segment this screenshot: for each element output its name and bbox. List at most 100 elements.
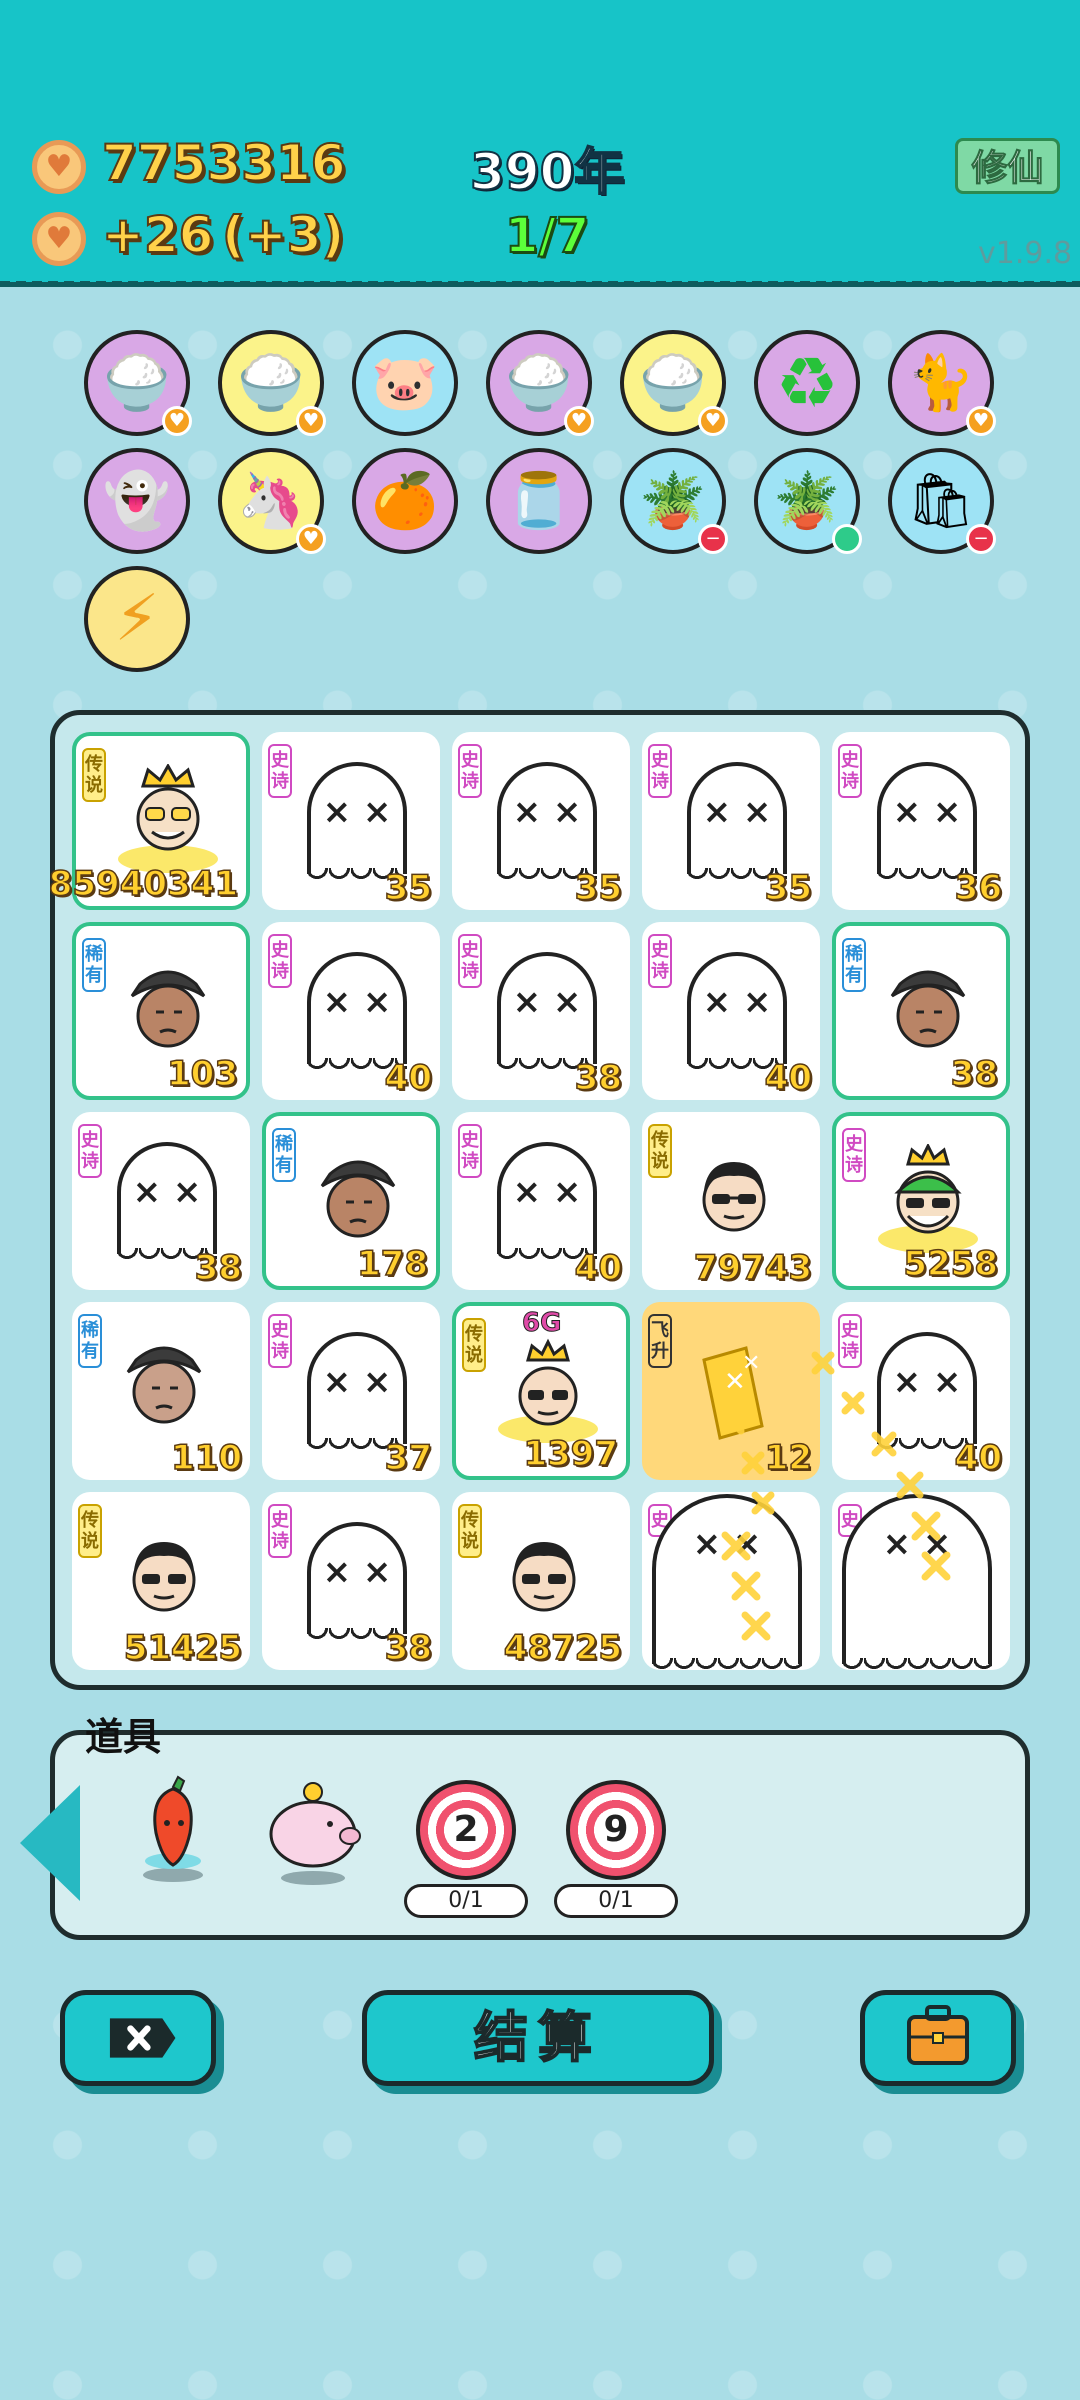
sunglasses-king-icon — [498, 1338, 598, 1443]
chili-pepper-icon[interactable] — [128, 1775, 218, 1885]
board-cell[interactable]: 稀有 178 — [262, 1112, 440, 1290]
board-cell[interactable]: 史诗 35 — [642, 732, 820, 910]
ghost-icon — [687, 762, 787, 882]
cell-value: 35 — [764, 867, 813, 909]
rice-bowl-icon[interactable]: 🍚 ♥ — [218, 330, 326, 436]
board-cell[interactable]: 史诗 38 — [452, 922, 630, 1100]
cell-value: 110 — [170, 1437, 242, 1479]
board-cell[interactable]: 传说 48725 — [452, 1492, 630, 1670]
unicorn-icon[interactable]: 🦄 ♥ — [218, 448, 326, 554]
rice-bowl-icon[interactable]: 🍚 ♥ — [486, 330, 594, 436]
sunglasses-man-icon — [132, 1542, 196, 1612]
ghost-icon — [842, 1494, 992, 1672]
old-king-icon — [118, 764, 218, 873]
milk-jar-icon[interactable]: 🫙 — [486, 448, 592, 554]
board-cell[interactable]: 稀有 110 — [72, 1302, 250, 1480]
rarity-tag: 史诗 — [648, 744, 672, 798]
svg-text:✕: ✕ — [742, 1351, 760, 1376]
ghost-icon — [307, 1522, 407, 1642]
ghost-icon — [687, 952, 787, 1072]
board-cell[interactable]: 史诗 37 — [262, 1302, 440, 1480]
board-cell[interactable]: 史诗 35 — [452, 732, 630, 910]
ghost-icon — [877, 762, 977, 882]
rarity-tag: 史诗 — [268, 1504, 292, 1558]
sunglasses-man-icon — [512, 1542, 576, 1612]
cell-value: 51425 — [123, 1627, 243, 1669]
piggy-bank-icon[interactable] — [258, 1778, 368, 1888]
rarity-tag: 史诗 — [838, 1314, 862, 1368]
board-cell[interactable]: 史诗 36 — [832, 732, 1010, 910]
cell-value: 178 — [356, 1243, 428, 1285]
cultivate-button[interactable]: 修仙 — [955, 138, 1060, 194]
board-cell[interactable]: 传说 6G 1397 — [452, 1302, 630, 1480]
ghost-icon — [497, 762, 597, 882]
garbage-bag-icon[interactable]: 🛍 − — [888, 448, 996, 554]
lightning-icon[interactable]: ⚡ — [84, 566, 190, 672]
ghost-icon — [652, 1494, 802, 1672]
bucket-hat-man-icon — [126, 1346, 202, 1424]
cell-value: 40 — [954, 1437, 1003, 1479]
orange-eyepatch-icon[interactable]: 🍊 — [352, 448, 458, 554]
cell-value: 12 — [764, 1437, 813, 1479]
version-label: v1.9.8 — [978, 236, 1073, 271]
board-cell[interactable]: 稀有 103 — [72, 922, 250, 1100]
target-icon[interactable]: 9 — [566, 1780, 666, 1880]
board-cell[interactable]: 史诗 40 — [832, 1302, 1010, 1480]
board-cell[interactable]: 史诗 40 — [262, 922, 440, 1100]
board-cell[interactable]: 史诗 35 — [262, 732, 440, 910]
rice-bowl-icon[interactable]: 🍚 ♥ — [620, 330, 728, 436]
cell-value: 1397 — [523, 1433, 619, 1475]
board-cell[interactable]: 史诗 40 — [452, 1112, 630, 1290]
ghost-card-icon[interactable]: 👻 — [84, 448, 190, 554]
rarity-tag: 传说 — [648, 1124, 672, 1178]
cell-value: 40 — [384, 1057, 433, 1099]
cell-value: 103 — [166, 1053, 238, 1095]
rarity-tag: 史诗 — [458, 1124, 482, 1178]
piggy-bank-icon[interactable]: 🐷 — [352, 330, 458, 436]
cell-value: 5258 — [903, 1243, 999, 1285]
ghost-icon — [117, 1142, 217, 1262]
board-cell[interactable]: 稀有 38 — [832, 922, 1010, 1100]
board-cell[interactable]: 飞升 ✕ ✕ 12 — [642, 1302, 820, 1480]
cat-icon[interactable]: 🐈 ♥ — [888, 330, 996, 436]
green-cap-king-icon — [878, 1144, 978, 1253]
cell-value: 85940341 — [48, 863, 239, 905]
close-button[interactable] — [60, 1990, 216, 2086]
board-cell[interactable]: 史诗 38 — [262, 1492, 440, 1670]
close-icon — [109, 2018, 176, 2058]
ghost-icon — [877, 1332, 977, 1452]
coin-total: 7753316 — [101, 133, 347, 193]
recycle-icon[interactable]: ♻ — [754, 330, 860, 436]
flower-pot-icon[interactable]: 🪴 − — [620, 448, 728, 554]
ascend-talisman-icon: ✕ ✕ — [702, 1346, 764, 1440]
board-cell[interactable]: 史 — [832, 1492, 1010, 1672]
coin-icon — [32, 140, 86, 194]
ghost-icon — [497, 1142, 597, 1262]
board-cell[interactable]: 传说 85940341 — [48, 732, 250, 910]
board-cell[interactable]: 传说 51425 — [72, 1492, 250, 1670]
target-icon[interactable]: 2 — [416, 1780, 516, 1880]
prop-count: 0/1 — [554, 1884, 678, 1918]
board-cell[interactable]: 史诗 40 — [642, 922, 820, 1100]
board-cell[interactable]: 史 — [642, 1492, 820, 1672]
cell-value: 35 — [574, 867, 623, 909]
rarity-tag: 传说 — [82, 748, 106, 802]
prev-arrow-icon[interactable] — [20, 1785, 80, 1901]
income-coin-icon — [32, 212, 86, 266]
cell-value: 79743 — [693, 1247, 813, 1289]
rarity-tag: 史诗 — [268, 744, 292, 798]
top-bar: 7753316 +26 (+3) 390年 1/7 修仙 v1.9.8 — [0, 0, 1080, 287]
rarity-tag: 传说 — [462, 1318, 486, 1372]
bucket-hat-man-icon — [890, 970, 966, 1048]
board-cell[interactable]: 史诗 5258 — [832, 1112, 1010, 1290]
rice-bowl-icon[interactable]: 🍚 ♥ — [84, 330, 192, 436]
rarity-tag: 史诗 — [268, 934, 292, 988]
backpack-button[interactable] — [860, 1990, 1016, 2086]
rarity-tag: 稀有 — [82, 938, 106, 992]
settle-button[interactable]: 结算 — [362, 1990, 714, 2086]
prop-count: 0/1 — [404, 1884, 528, 1918]
board-cell[interactable]: 史诗 38 — [72, 1112, 250, 1290]
rarity-tag: 史诗 — [458, 744, 482, 798]
flower-pot-icon[interactable]: 🪴 — [754, 448, 862, 554]
board-cell[interactable]: 传说 79743 — [642, 1112, 820, 1290]
